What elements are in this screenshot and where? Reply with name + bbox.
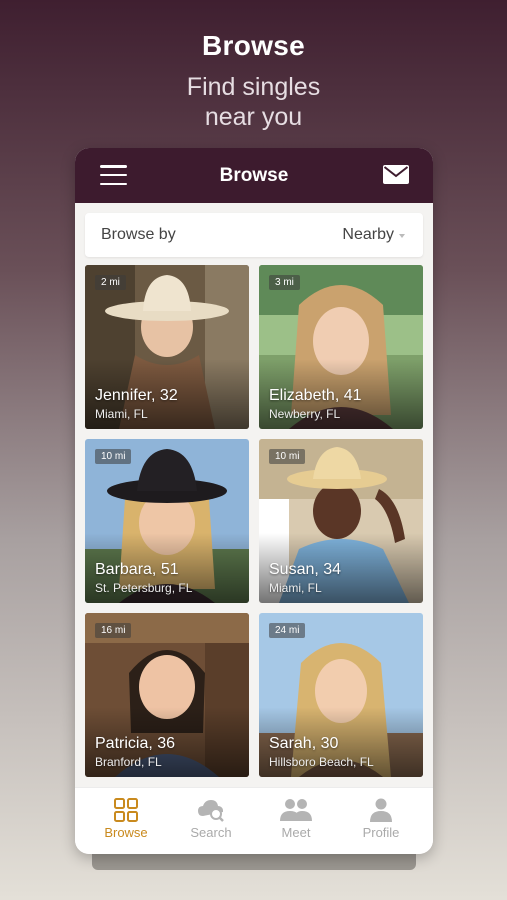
- browse-by-select[interactable]: Nearby: [342, 226, 405, 244]
- browse-by-value: Nearby: [342, 226, 394, 243]
- header-title: Browse: [219, 164, 289, 186]
- profile-name: Jennifer, 32: [95, 387, 178, 404]
- profile-card[interactable]: 10 mi Susan, 34 Miami, FL: [259, 439, 423, 603]
- tab-label: Search: [190, 825, 232, 840]
- profile-name: Susan, 34: [269, 561, 342, 578]
- app-header: Browse: [75, 148, 433, 203]
- distance-badge: 10 mi: [269, 449, 306, 464]
- profile-location: Miami, FL: [95, 407, 148, 421]
- people-icon: [280, 799, 312, 821]
- profile-location: Miami, FL: [269, 581, 322, 595]
- browse-by-bar: Browse by Nearby: [85, 213, 423, 257]
- tab-browse[interactable]: Browse: [86, 798, 166, 840]
- profile-name: Patricia, 36: [95, 735, 176, 752]
- distance-badge: 24 mi: [269, 623, 306, 638]
- mail-icon[interactable]: [383, 165, 409, 184]
- profile-card[interactable]: 16 mi Patricia, 36 Branford, FL: [85, 613, 249, 777]
- profile-location: Newberry, FL: [269, 407, 341, 421]
- profile-location: Branford, FL: [95, 755, 162, 769]
- profile-location: Hillsboro Beach, FL: [269, 755, 374, 769]
- phone-frame: Browse Browse by Nearby 2 mi Jennifer, 3…: [75, 148, 433, 854]
- tab-profile[interactable]: Profile: [341, 798, 421, 840]
- person-icon: [370, 798, 392, 822]
- profile-name: Elizabeth, 41: [269, 387, 362, 404]
- tab-meet[interactable]: Meet: [256, 798, 336, 840]
- distance-badge: 2 mi: [95, 275, 126, 290]
- profile-card[interactable]: 3 mi Elizabeth, 41 Newberry, FL: [259, 265, 423, 429]
- distance-badge: 10 mi: [95, 449, 132, 464]
- distance-badge: 16 mi: [95, 623, 132, 638]
- promo-title: Browse: [202, 30, 305, 61]
- bottom-tab-bar: Browse Search Meet Profile: [75, 787, 433, 854]
- tab-label: Browse: [104, 825, 148, 840]
- browse-content: Browse by Nearby 2 mi Jennifer, 32 Miami…: [75, 203, 433, 787]
- menu-icon[interactable]: [100, 165, 127, 185]
- distance-badge: 3 mi: [269, 275, 300, 290]
- profile-name: Sarah, 30: [269, 735, 339, 752]
- profile-card[interactable]: 10 mi Barbara, 51 St. Petersburg, FL: [85, 439, 249, 603]
- grid-icon: [114, 798, 138, 822]
- profile-card[interactable]: 24 mi Sarah, 30 Hillsboro Beach, FL: [259, 613, 423, 777]
- chevron-down-icon: [399, 234, 405, 238]
- browse-by-label: Browse by: [101, 226, 176, 243]
- promo-subtitle: Find singles near you: [186, 73, 321, 131]
- tab-label: Profile: [362, 825, 400, 840]
- profile-card[interactable]: 2 mi Jennifer, 32 Miami, FL: [85, 265, 249, 429]
- tab-label: Meet: [281, 825, 311, 840]
- cloud-search-icon: [198, 800, 224, 822]
- profile-location: St. Petersburg, FL: [95, 581, 193, 595]
- profile-name: Barbara, 51: [95, 561, 179, 578]
- tab-search[interactable]: Search: [171, 798, 251, 840]
